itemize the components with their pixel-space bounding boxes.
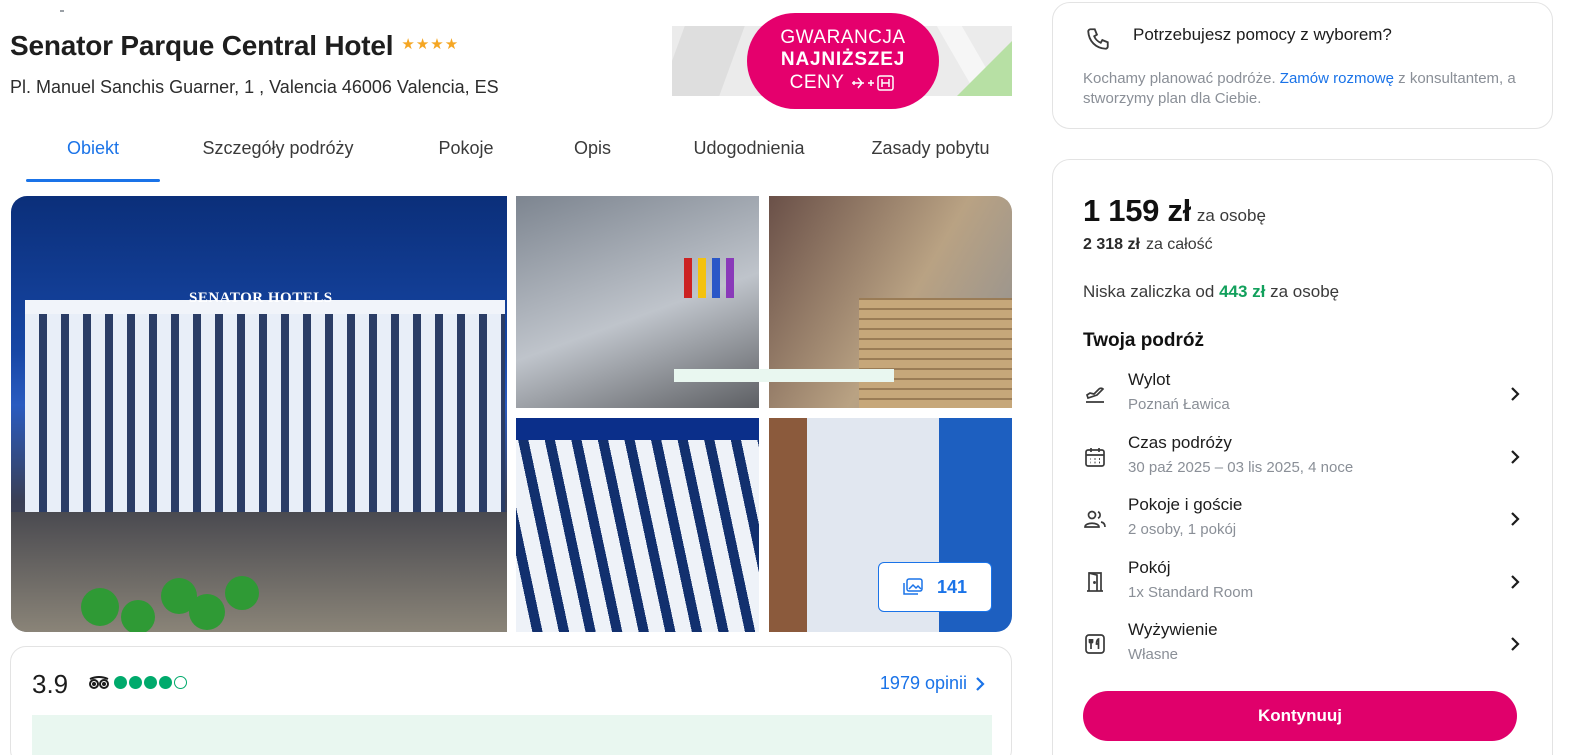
breadcrumb [60, 0, 150, 12]
trip-row-guests[interactable]: Pokoje i goście 2 osoby, 1 pokój [1075, 493, 1530, 547]
price-per-person: 1 159 zł za osobę [1083, 193, 1266, 229]
star-icon: ★ [401, 35, 415, 53]
tab-opis[interactable]: Opis [536, 124, 649, 182]
hotel-name: Senator Parque Central Hotel [10, 30, 394, 61]
trip-row-board[interactable]: Wyżywienie Własne [1075, 618, 1530, 672]
guests-icon [1084, 510, 1106, 528]
hotel-address: Pl. Manuel Sanchis Guarner, 1 , Valencia… [10, 77, 499, 97]
trip-row-value: Własne [1128, 646, 1179, 663]
reviews-link[interactable]: 1979 opinii [880, 673, 985, 694]
rating-bubble-filled [114, 676, 127, 689]
hotel-sign-text: SENATOR HOTELS [189, 290, 333, 306]
trip-row-label: Czas podróży [1128, 433, 1232, 452]
hotel-stars: ★ ★ ★ ★ [401, 37, 458, 52]
price-amount: 1 159 zł [1083, 193, 1191, 228]
hotel-header: Senator Parque Central Hotel ★ ★ ★ ★ [10, 30, 458, 62]
help-card: Potrzebujesz pomocy z wyborem? Kochamy p… [1052, 2, 1553, 129]
rating-score: 3.9 [32, 669, 69, 699]
hotel-page: Senator Parque Central Hotel ★ ★ ★ ★ Pl.… [0, 0, 1576, 755]
chevron-right-icon [1511, 512, 1520, 526]
lowest-price-guarantee-badge: GWARANCJA NAJNIŻSZEJ CENY [747, 13, 939, 109]
trip-row-value: Poznań Ławica [1128, 396, 1230, 413]
trip-row-label: Pokój [1128, 558, 1171, 577]
trip-row-value: 2 osoby, 1 pokój [1128, 521, 1237, 538]
door-icon [1087, 572, 1103, 592]
gallery-main-photo[interactable]: SENATOR HOTELS [11, 196, 507, 632]
photo-gallery: SENATOR HOTELS 141 [11, 196, 1012, 632]
rating-bubble-empty [174, 676, 187, 689]
cutlery-icon [1085, 634, 1105, 654]
price-total: 2 318 zł za całość [1083, 236, 1213, 254]
help-title: Potrzebujesz pomocy z wyborem? [1133, 25, 1392, 44]
guarantee-line3: CENY [789, 72, 845, 93]
plane-plus-hotel-icon [852, 75, 895, 91]
deposit-info: Niska zaliczka od 443 zł za osobę [1083, 282, 1340, 301]
reviews-summary-box [32, 715, 992, 755]
chevron-right-icon [976, 676, 985, 691]
show-all-photos-button[interactable]: 141 [878, 562, 992, 612]
price-total-amount: 2 318 zł [1083, 236, 1140, 253]
continue-button[interactable]: Kontynuuj [1083, 691, 1517, 741]
tab-udogodnienia[interactable]: Udogodnienia [649, 124, 849, 182]
chevron-right-icon [1511, 387, 1520, 401]
hotel-tabs: Obiekt Szczegóły podróży Pokoje Opis Udo… [26, 124, 1012, 182]
rating-bubble-filled [144, 676, 157, 689]
gallery-loading-bar [674, 369, 894, 382]
tab-zasady-pobytu[interactable]: Zasady pobytu [849, 124, 1012, 182]
price-total-label: za całość [1145, 236, 1213, 253]
trip-row-room[interactable]: Pokój 1x Standard Room [1075, 556, 1530, 610]
chevron-right-icon [1511, 450, 1520, 464]
tripadvisor-owl-icon [89, 676, 109, 689]
trip-title: Twoja podróż [1083, 330, 1205, 351]
calendar-icon [1085, 448, 1105, 467]
photo-count: 141 [936, 576, 968, 597]
tab-pokoje[interactable]: Pokoje [396, 124, 536, 182]
reviews-card: 3.9 1979 opinii [10, 646, 1012, 755]
star-icon: ★ [430, 35, 444, 53]
tab-obiekt[interactable]: Obiekt [26, 124, 160, 182]
trip-row-dates[interactable]: Czas podróży 30 paź 2025 – 03 lis 2025, … [1075, 431, 1530, 485]
help-text: Kochamy planować podróże. Zamów rozmowę … [1083, 70, 1516, 107]
chevron-right-icon [1511, 575, 1520, 589]
rating-bubble-filled [129, 676, 142, 689]
booking-card: 1 159 zł za osobę 2 318 zł za całość Nisk… [1052, 159, 1553, 755]
deposit-amount: 443 zł [1219, 282, 1266, 301]
trip-row-value: 30 paź 2025 – 03 lis 2025, 4 noce [1128, 459, 1354, 476]
trip-row-value: 1x Standard Room [1128, 584, 1254, 601]
trip-row-label: Wyżywienie [1128, 620, 1218, 639]
trip-row-departure[interactable]: Wylot Poznań Ławica [1075, 368, 1530, 422]
trip-row-label: Pokoje i goście [1128, 495, 1243, 514]
star-icon: ★ [415, 35, 430, 53]
price-unit: za osobę [1196, 206, 1266, 225]
rating-bubble-filled [159, 676, 172, 689]
chevron-right-icon [1511, 637, 1520, 651]
star-icon: ★ [444, 35, 459, 53]
trip-row-label: Wylot [1128, 370, 1171, 389]
reviews-link-label: 1979 opinii [879, 673, 967, 693]
images-icon [903, 578, 923, 595]
phone-icon [1087, 28, 1109, 50]
order-call-link[interactable]: Zamów rozmowę [1280, 70, 1394, 87]
rating-bubbles [114, 676, 187, 689]
tab-szczegoly-podrozy[interactable]: Szczegóły podróży [160, 124, 396, 182]
plane-departure-icon [1085, 387, 1105, 403]
guarantee-line1: GWARANCJA [780, 27, 906, 48]
guarantee-line2: NAJNIŻSZEJ [780, 49, 906, 70]
gallery-photo-facade[interactable] [516, 418, 759, 632]
